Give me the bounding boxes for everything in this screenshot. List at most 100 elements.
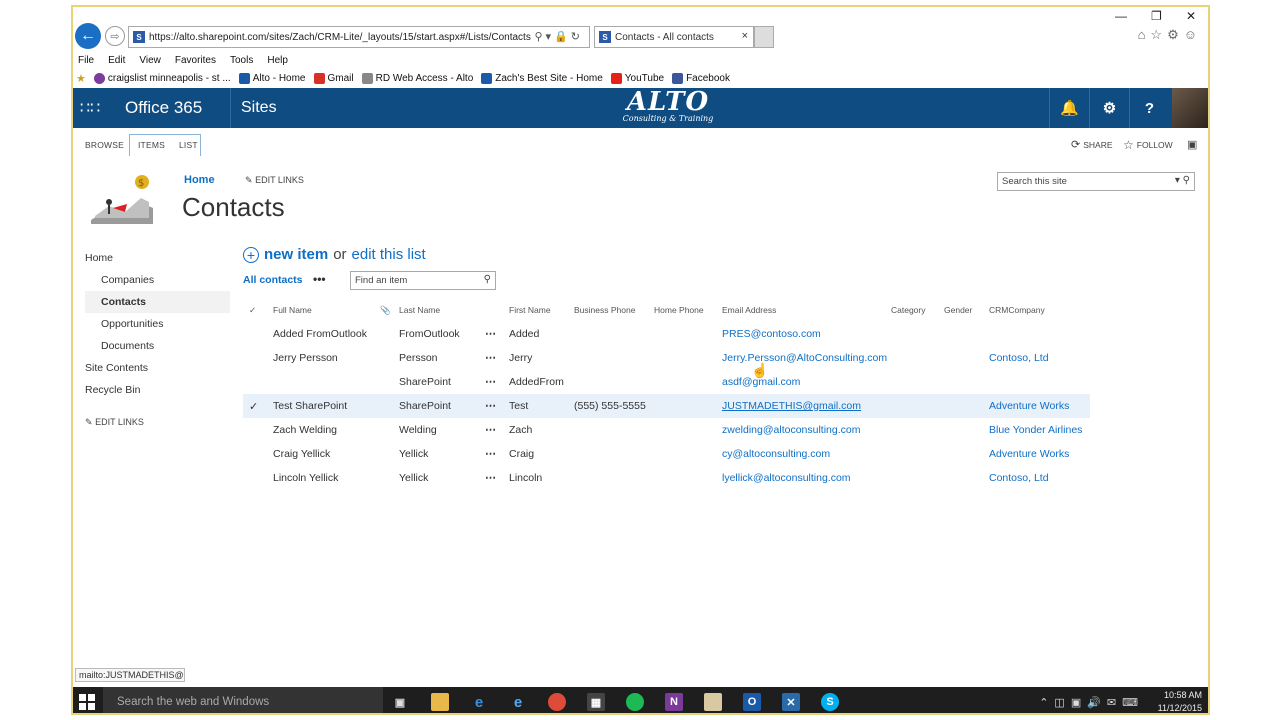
cell-full-name[interactable]: Added FromOutlook <box>273 328 367 340</box>
menu-view[interactable]: View <box>139 55 161 66</box>
nav-contacts[interactable]: Contacts <box>85 291 230 313</box>
new-tab-button[interactable] <box>754 26 774 48</box>
item-menu-icon[interactable]: ⋯ <box>485 399 496 412</box>
windows-start-icon[interactable] <box>79 694 95 710</box>
cell-email[interactable]: JUSTMADETHIS@gmail.com <box>722 400 861 412</box>
onenote-icon[interactable]: N <box>665 693 683 711</box>
edit-list-link[interactable]: edit this list <box>352 246 426 263</box>
cell-company[interactable]: Adventure Works <box>989 448 1069 460</box>
cell-email[interactable]: PRES@contoso.com <box>722 328 821 340</box>
outlook-icon[interactable]: O <box>743 693 761 711</box>
task-view-icon[interactable]: ▣ <box>391 693 409 711</box>
cell-company[interactable]: Contoso, Ltd <box>989 352 1049 364</box>
system-tray-icons[interactable]: ⌃◫▣🔊✉⌨ <box>1039 696 1144 709</box>
fav-youtube[interactable]: YouTube <box>610 72 664 84</box>
fav-craigslist[interactable]: craigslist minneapolis - st ... <box>93 72 231 84</box>
cell-full-name[interactable]: Test SharePoint <box>273 400 347 412</box>
cell-email[interactable]: Jerry.Persson@AltoConsulting.com <box>722 352 887 364</box>
cell-full-name[interactable]: Jerry Persson <box>273 352 338 364</box>
fav-alto-home[interactable]: Alto - Home <box>238 72 306 84</box>
attachment-icon[interactable]: 📎 <box>380 305 391 316</box>
follow-button[interactable]: ☆ FOLLOW <box>1123 138 1173 152</box>
menu-help[interactable]: Help <box>267 55 288 66</box>
plus-icon[interactable]: + <box>243 246 259 263</box>
avatar[interactable] <box>1172 88 1208 128</box>
table-row[interactable]: Added FromOutlook FromOutlook ⋯ Added PR… <box>243 322 1090 346</box>
nav-site-contents[interactable]: Site Contents <box>85 357 230 379</box>
notepad-icon[interactable] <box>704 693 722 711</box>
taskbar-clock[interactable]: 10:58 AM 11/12/2015 <box>1158 689 1202 713</box>
browser-toolbar-icons[interactable]: ⌂☆⚙☺ <box>1138 27 1202 43</box>
table-row[interactable]: Zach Welding Welding ⋯ Zach zwelding@alt… <box>243 418 1090 442</box>
view-all-contacts[interactable]: All contacts <box>243 274 303 286</box>
nav-edit-links[interactable]: ✎ EDIT LINKS <box>85 411 230 433</box>
table-row-selected[interactable]: ✓ Test SharePoint SharePoint ⋯ Test (555… <box>243 394 1090 418</box>
office365-brand[interactable]: Office 365 <box>125 98 202 118</box>
item-menu-icon[interactable]: ⋯ <box>485 375 496 388</box>
focus-content-icon[interactable]: ▣ <box>1187 138 1197 151</box>
taskbar-search[interactable]: Search the web and Windows <box>103 687 383 713</box>
nav-companies[interactable]: Companies <box>85 269 230 291</box>
nav-recycle-bin[interactable]: Recycle Bin <box>85 379 230 401</box>
share-button[interactable]: ⟳ SHARE <box>1071 138 1113 151</box>
col-business-phone[interactable]: Business Phone <box>574 305 635 315</box>
col-email[interactable]: Email Address <box>722 305 776 315</box>
gear-icon[interactable]: ⚙ <box>1089 88 1129 128</box>
fav-facebook[interactable]: Facebook <box>672 72 730 84</box>
menu-edit[interactable]: Edit <box>108 55 125 66</box>
col-category[interactable]: Category <box>891 305 926 315</box>
fav-gmail[interactable]: Gmail <box>313 72 354 84</box>
back-button[interactable]: ← <box>75 23 101 49</box>
sites-link[interactable]: Sites <box>230 88 277 128</box>
search-icon[interactable]: ▾ ⚲ <box>1175 175 1190 186</box>
search-icon[interactable]: ⚲ <box>484 274 491 285</box>
item-menu-icon[interactable]: ⋯ <box>485 471 496 484</box>
tab-browse[interactable]: BROWSE <box>85 140 124 150</box>
spotify-icon[interactable] <box>626 693 644 711</box>
col-home-phone[interactable]: Home Phone <box>654 305 704 315</box>
close-window-icon[interactable]: ✕ <box>1186 9 1196 23</box>
view-menu-icon[interactable]: ••• <box>313 272 326 286</box>
new-item-link[interactable]: new item <box>264 246 328 263</box>
col-gender[interactable]: Gender <box>944 305 972 315</box>
internet-explorer-icon[interactable]: e <box>509 693 527 711</box>
browser-tab[interactable]: S Contacts - All contacts × <box>594 26 754 48</box>
cell-company[interactable]: Blue Yonder Airlines <box>989 424 1082 436</box>
table-row[interactable]: Lincoln Yellick Yellick ⋯ Lincoln lyelli… <box>243 466 1090 490</box>
bell-icon[interactable]: 🔔 <box>1049 88 1089 128</box>
favorites-star-icon[interactable]: ★ <box>76 72 86 85</box>
item-menu-icon[interactable]: ⋯ <box>485 447 496 460</box>
nav-opportunities[interactable]: Opportunities <box>85 313 230 335</box>
fav-rd-web-access[interactable]: RD Web Access - Alto <box>361 72 473 84</box>
find-item-input[interactable]: Find an item ⚲ <box>350 271 496 290</box>
breadcrumb-home[interactable]: Home <box>184 174 215 186</box>
cell-full-name[interactable]: Zach Welding <box>273 424 337 436</box>
minimize-icon[interactable]: — <box>1115 9 1127 23</box>
row-check-icon[interactable]: ✓ <box>249 400 258 413</box>
item-menu-icon[interactable]: ⋯ <box>485 327 496 340</box>
cell-full-name[interactable]: Craig Yellick <box>273 448 330 460</box>
fav-zachs-site[interactable]: Zach's Best Site - Home <box>481 72 603 84</box>
restore-icon[interactable]: ❐ <box>1151 9 1162 23</box>
forward-button[interactable]: ⇨ <box>105 26 125 46</box>
nav-documents[interactable]: Documents <box>85 335 230 357</box>
edge-icon[interactable]: e <box>470 693 488 711</box>
col-last-name[interactable]: Last Name <box>399 305 440 315</box>
edit-links-top[interactable]: ✎ EDIT LINKS <box>245 175 304 186</box>
item-menu-icon[interactable]: ⋯ <box>485 351 496 364</box>
cell-company[interactable]: Adventure Works <box>989 400 1069 412</box>
cell-company[interactable]: Contoso, Ltd <box>989 472 1049 484</box>
table-row[interactable]: SharePoint ⋯ AddedFrom asdf@gmail.com <box>243 370 1090 394</box>
skype-icon[interactable]: S <box>821 693 839 711</box>
address-tools-icon[interactable]: ⚲▾🔒↻ <box>535 30 584 43</box>
item-menu-icon[interactable]: ⋯ <box>485 423 496 436</box>
help-icon[interactable]: ? <box>1129 88 1169 128</box>
cell-email[interactable]: zwelding@altoconsulting.com <box>722 424 860 436</box>
snipping-tool-icon[interactable]: ✕ <box>782 693 800 711</box>
tab-items[interactable]: ITEMS <box>138 140 165 150</box>
cell-email[interactable]: lyellick@altoconsulting.com <box>722 472 851 484</box>
address-bar[interactable]: S https://alto.sharepoint.com/sites/Zach… <box>128 26 590 48</box>
col-full-name[interactable]: Full Name <box>273 305 312 315</box>
cell-email[interactable]: cy@altoconsulting.com <box>722 448 830 460</box>
file-explorer-icon[interactable] <box>431 693 449 711</box>
